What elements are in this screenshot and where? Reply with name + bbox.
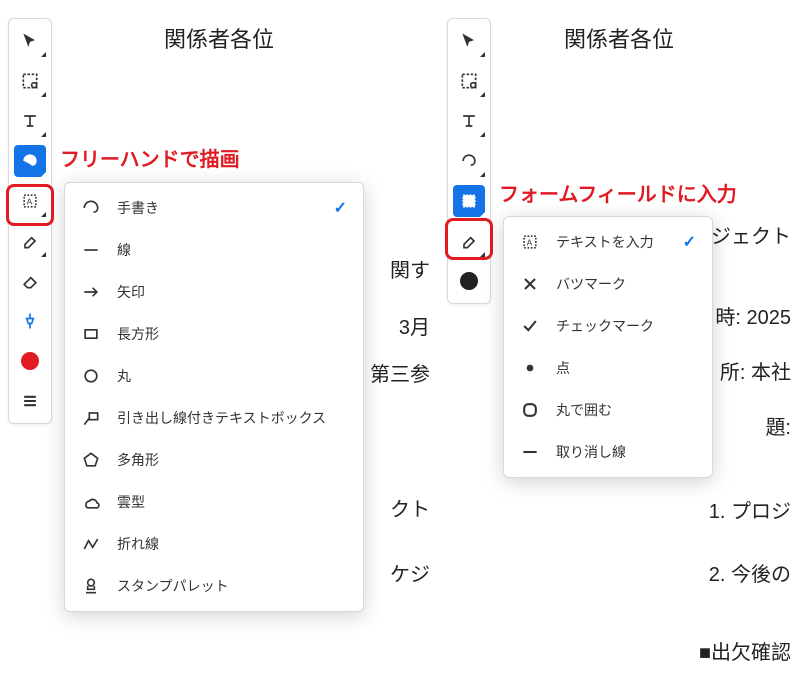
doc-text: ケジ <box>390 560 430 590</box>
menu-rect[interactable]: 長方形 <box>65 313 363 355</box>
menu-item-label: 手書き <box>117 198 159 218</box>
menu-x-mark[interactable]: バツマーク <box>504 263 712 305</box>
fill-sign-tool[interactable]: A <box>453 185 485 217</box>
strikethrough-icon <box>520 442 540 462</box>
menu-circle-around[interactable]: 丸で囲む <box>504 389 712 431</box>
menu-item-label: 長方形 <box>117 324 159 344</box>
color-tool[interactable] <box>453 265 485 297</box>
menu-check-mark[interactable]: チェックマーク <box>504 305 712 347</box>
doc-text: クト <box>390 495 430 525</box>
draw-menu: 手書き ✓ 線 矢印 長方形 丸 引き出し線付きテキストボックス 多角形 <box>64 182 364 612</box>
pin-tool[interactable] <box>14 305 46 337</box>
text-tool[interactable] <box>14 105 46 137</box>
svg-text:A: A <box>527 237 533 247</box>
doc-text: 時: 2025 <box>715 303 791 333</box>
menu-circle[interactable]: 丸 <box>65 355 363 397</box>
annotation-label: フォームフィールドに入力 <box>499 178 737 207</box>
menu-item-label: 折れ線 <box>117 534 159 554</box>
circle-icon <box>81 366 101 386</box>
right-toolbar: A <box>447 18 491 304</box>
doc-text: ■出欠確認 <box>699 638 791 668</box>
menu-item-label: 線 <box>117 240 131 260</box>
menu-item-label: 点 <box>556 358 570 378</box>
menu-item-label: 丸で囲む <box>556 400 612 420</box>
stamp-icon <box>81 576 101 596</box>
menu-item-label: テキストを入力 <box>556 232 654 252</box>
color-tool[interactable] <box>14 345 46 377</box>
menu-cloud[interactable]: 雲型 <box>65 481 363 523</box>
select-tool[interactable] <box>14 25 46 57</box>
menu-item-label: チェックマーク <box>556 316 654 336</box>
doc-text: ジェクト <box>711 222 791 252</box>
svg-text:A: A <box>466 196 472 206</box>
freehand-icon <box>81 198 101 218</box>
menu-item-label: バツマーク <box>556 274 626 294</box>
menu-polygon[interactable]: 多角形 <box>65 439 363 481</box>
doc-text: 2. 今後の <box>709 560 791 590</box>
menu-stamp[interactable]: スタンプパレット <box>65 565 363 607</box>
menu-freehand[interactable]: 手書き ✓ <box>65 187 363 229</box>
draw-tool[interactable] <box>14 145 46 177</box>
polyline-icon <box>81 534 101 554</box>
check-icon: ✓ <box>334 198 347 218</box>
svg-text:A: A <box>27 196 33 206</box>
menu-item-label: 雲型 <box>117 492 145 512</box>
callout-icon <box>81 408 101 428</box>
menu-dot[interactable]: 点 <box>504 347 712 389</box>
doc-text: 1. プロジ <box>709 497 791 527</box>
menu-tool[interactable] <box>14 385 46 417</box>
menu-item-label: 引き出し線付きテキストボックス <box>117 408 326 428</box>
doc-text: 関す <box>390 256 430 286</box>
doc-text: 3月 <box>399 313 430 343</box>
highlight-tool[interactable] <box>453 225 485 257</box>
right-panel: 関係者各位 ジェクト 時: 2025 所: 本社 題: 1. プロジ 2. 今後… <box>438 0 799 699</box>
marquee-tool[interactable] <box>14 65 46 97</box>
menu-polyline[interactable]: 折れ線 <box>65 523 363 565</box>
menu-item-label: 矢印 <box>117 282 145 302</box>
menu-item-label: スタンプパレット <box>117 576 229 596</box>
rect-icon <box>81 324 101 344</box>
menu-item-label: 多角形 <box>117 450 159 470</box>
cloud-icon <box>81 492 101 512</box>
arrow-icon <box>81 282 101 302</box>
page-title: 関係者各位 <box>439 22 799 54</box>
menu-arrow[interactable]: 矢印 <box>65 271 363 313</box>
doc-text: 題: <box>765 413 791 443</box>
text-tool[interactable] <box>453 105 485 137</box>
page-title: 関係者各位 <box>0 22 438 54</box>
x-icon <box>520 274 540 294</box>
doc-text: 所: 本社 <box>720 358 791 388</box>
check-icon: ✓ <box>683 232 696 252</box>
select-tool[interactable] <box>453 25 485 57</box>
left-toolbar: A <box>8 18 52 424</box>
text-fill-icon: A <box>520 232 540 252</box>
color-dot-icon <box>460 272 478 290</box>
eraser-tool[interactable] <box>14 265 46 297</box>
annotation-label: フリーハンドで描画 <box>60 143 240 172</box>
menu-line[interactable]: 線 <box>65 229 363 271</box>
menu-text-fill[interactable]: A テキストを入力 ✓ <box>504 221 712 263</box>
menu-item-label: 丸 <box>117 366 131 386</box>
dot-icon <box>520 358 540 378</box>
marquee-tool[interactable] <box>453 65 485 97</box>
highlight-tool[interactable] <box>14 225 46 257</box>
fill-menu: A テキストを入力 ✓ バツマーク チェックマーク 点 丸で囲む 取り消し線 <box>503 216 713 478</box>
check-mark-icon <box>520 316 540 336</box>
draw-tool[interactable] <box>453 145 485 177</box>
left-panel: 関係者各位 関す 3月 第三参 クト ケジ A <box>0 0 438 699</box>
menu-strikethrough[interactable]: 取り消し線 <box>504 431 712 473</box>
menu-callout[interactable]: 引き出し線付きテキストボックス <box>65 397 363 439</box>
doc-text: 第三参 <box>370 360 430 390</box>
fill-sign-tool[interactable]: A <box>14 185 46 217</box>
circle-around-icon <box>520 400 540 420</box>
menu-item-label: 取り消し線 <box>556 442 626 462</box>
line-icon <box>81 240 101 260</box>
color-dot-icon <box>21 352 39 370</box>
polygon-icon <box>81 450 101 470</box>
